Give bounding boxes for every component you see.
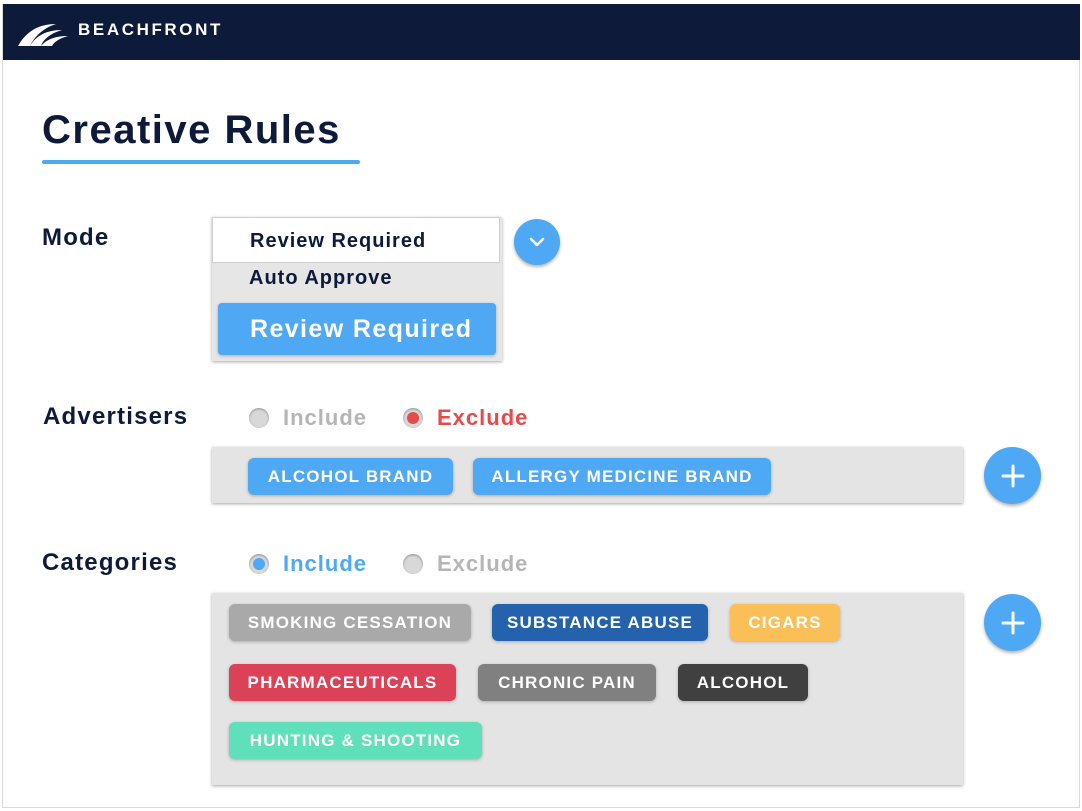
mode-dropdown[interactable]: Review Required Auto Approve Review Requ… bbox=[212, 217, 502, 361]
wave-logo-icon bbox=[18, 24, 68, 46]
radio-unselected-icon bbox=[403, 554, 423, 574]
add-advertiser-button[interactable] bbox=[984, 447, 1041, 504]
categories-include-label: Include bbox=[283, 551, 368, 576]
categories-exclude-label: Exclude bbox=[437, 551, 529, 576]
advertisers-tag-box[interactable]: ALCOHOL BRAND ALLERGY MEDICINE BRAND bbox=[212, 447, 963, 503]
radio-unselected-icon bbox=[249, 408, 269, 428]
radio-selected-icon bbox=[249, 554, 269, 574]
advertisers-include-radio[interactable]: Include bbox=[249, 405, 367, 431]
category-tag[interactable]: ALCOHOL bbox=[678, 664, 808, 701]
advertisers-exclude-radio[interactable]: Exclude bbox=[403, 405, 528, 431]
category-tag[interactable]: CIGARS bbox=[730, 604, 840, 641]
categories-exclude-radio[interactable]: Exclude bbox=[403, 551, 528, 577]
advertiser-tag[interactable]: ALLERGY MEDICINE BRAND bbox=[473, 458, 771, 495]
plus-icon bbox=[1001, 611, 1024, 634]
title-underline bbox=[42, 160, 360, 164]
mode-option-review-required[interactable]: Review Required bbox=[218, 303, 496, 355]
category-tag[interactable]: SMOKING CESSATION bbox=[229, 604, 471, 641]
advertisers-exclude-label: Exclude bbox=[437, 405, 529, 430]
mode-dropdown-current-value[interactable]: Review Required bbox=[212, 217, 500, 263]
mode-option-auto-approve[interactable]: Auto Approve bbox=[249, 267, 392, 290]
mode-label: Mode bbox=[42, 224, 110, 251]
radio-selected-icon bbox=[403, 408, 423, 428]
add-category-button[interactable] bbox=[984, 594, 1041, 651]
categories-label: Categories bbox=[42, 549, 179, 576]
top-navigation-bar: BEACHFRONT bbox=[3, 4, 1080, 60]
categories-tag-box[interactable]: SMOKING CESSATION SUBSTANCE ABUSE CIGARS… bbox=[212, 593, 963, 785]
chevron-down-icon bbox=[529, 237, 545, 247]
category-tag[interactable]: HUNTING & SHOOTING bbox=[229, 722, 482, 759]
plus-icon bbox=[1001, 464, 1024, 487]
page-title: Creative Rules bbox=[42, 108, 341, 152]
mode-dropdown-toggle-button[interactable] bbox=[514, 219, 560, 265]
advertiser-tag[interactable]: ALCOHOL BRAND bbox=[248, 458, 453, 495]
category-tag[interactable]: PHARMACEUTICALS bbox=[229, 664, 456, 701]
advertisers-include-label: Include bbox=[283, 405, 368, 430]
categories-include-radio[interactable]: Include bbox=[249, 551, 367, 577]
advertisers-label: Advertisers bbox=[43, 403, 189, 430]
category-tag[interactable]: CHRONIC PAIN bbox=[478, 664, 656, 701]
brand-name: BEACHFRONT bbox=[78, 20, 223, 39]
category-tag[interactable]: SUBSTANCE ABUSE bbox=[492, 604, 708, 641]
